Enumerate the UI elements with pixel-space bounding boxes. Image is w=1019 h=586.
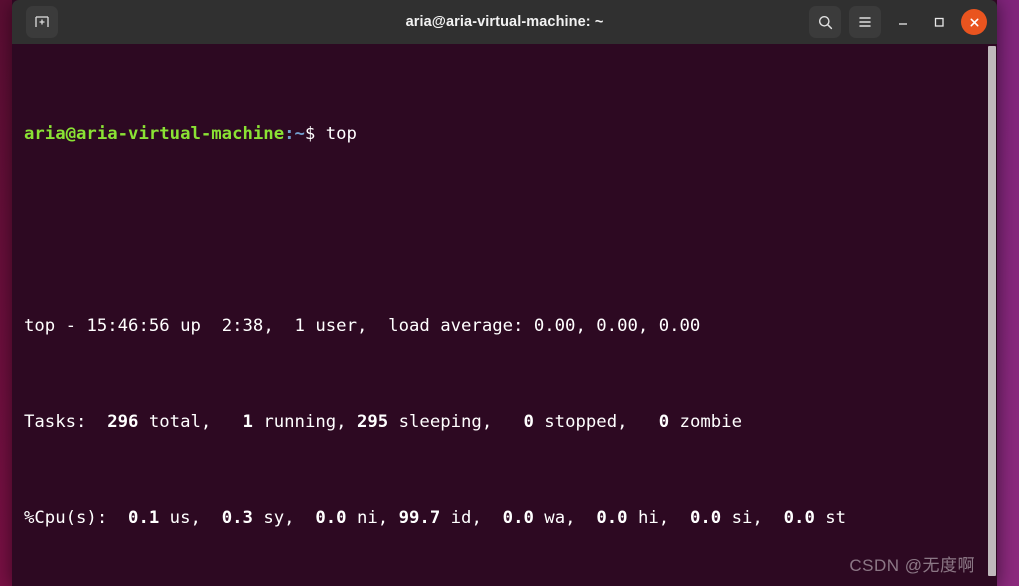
users-count: 1 user, (273, 316, 368, 336)
cpu-hi-value: 0.0 (596, 508, 628, 528)
tasks-stopped-label: stopped, (533, 412, 628, 432)
cpu-ni-label: ni, (346, 508, 389, 528)
cpu-st-label: st (814, 508, 847, 528)
top-tasks-line: Tasks: 296 total, 1 running, 295 sleepin… (24, 410, 997, 434)
cpu-ni-value: 0.0 (315, 508, 347, 528)
title-bar: aria@aria-virtual-machine: ~ (12, 0, 997, 44)
hamburger-menu-icon (859, 17, 871, 27)
terminal-output-area[interactable]: aria@aria-virtual-machine:~$ top top - 1… (12, 44, 997, 586)
cpu-st-value: 0.0 (783, 508, 815, 528)
prompt-user-host: aria@aria-virtual-machine (24, 124, 285, 144)
prompt-sigil: $ (304, 124, 326, 144)
tasks-label: Tasks: (24, 412, 87, 432)
cpu-si-label: si, (721, 508, 763, 528)
watermark: CSDN @无度啊 (849, 556, 975, 575)
minimize-button[interactable] (889, 8, 917, 36)
window-controls (809, 0, 987, 44)
prompt-path: :~ (284, 124, 305, 144)
cpu-id-label: id, (440, 508, 482, 528)
top-current-time: 15:46:56 (86, 316, 170, 336)
tasks-running-value: 1 (242, 412, 253, 432)
cpu-us-label: us, (159, 508, 201, 528)
top-summary-line-1: top - 15:46:56 up 2:38, 1 user, load ave… (24, 314, 997, 338)
tasks-total-value: 296 (107, 412, 139, 432)
search-icon (818, 15, 832, 29)
tasks-zombie-label: zombie (669, 412, 742, 432)
search-button[interactable] (809, 6, 841, 38)
cpu-wa-value: 0.0 (502, 508, 534, 528)
minimize-icon (899, 23, 907, 25)
top-cpu-line: %Cpu(s): 0.1 us, 0.3 sy, 0.0 ni, 99.7 id… (24, 506, 997, 530)
tasks-running-label: running, (252, 412, 347, 432)
maximize-button[interactable] (925, 8, 953, 36)
cpu-sy-label: sy, (252, 508, 295, 528)
new-tab-icon (35, 16, 49, 27)
close-button[interactable] (961, 9, 987, 35)
load-average-label: load average: (367, 316, 534, 336)
scrollbar-thumb[interactable] (988, 46, 996, 576)
tasks-sleeping-label: sleeping, (388, 412, 493, 432)
typed-command: top (325, 124, 357, 144)
cpu-id-value: 99.7 (398, 508, 441, 528)
cpu-label: %Cpu(s): (24, 508, 108, 528)
tasks-zombie-value: 0 (658, 412, 670, 432)
tasks-sleeping-value: 295 (356, 412, 389, 432)
new-tab-button[interactable] (26, 6, 58, 38)
menu-button[interactable] (849, 6, 881, 38)
cpu-sy-value: 0.3 (221, 508, 253, 528)
maximize-icon (934, 17, 944, 27)
uptime-label: up (169, 316, 212, 336)
load-average-values: 0.00, 0.00, 0.00 (533, 316, 701, 336)
uptime-value: 2:38, (211, 316, 274, 336)
top-label: top - (24, 316, 87, 336)
desktop-background: aria@aria-virtual-machine: ~ aria@aria-v… (0, 0, 1019, 586)
tasks-total-label: total, (138, 412, 212, 432)
terminal-window: aria@aria-virtual-machine: ~ aria@aria-v… (12, 0, 997, 586)
close-icon (970, 18, 978, 26)
cpu-wa-label: wa, (533, 508, 576, 528)
cpu-us-value: 0.1 (128, 508, 160, 528)
cpu-si-value: 0.0 (689, 508, 722, 528)
tasks-stopped-value: 0 (523, 412, 534, 432)
shell-prompt-line: aria@aria-virtual-machine:~$ top (24, 122, 997, 146)
cpu-hi-label: hi, (627, 508, 670, 528)
